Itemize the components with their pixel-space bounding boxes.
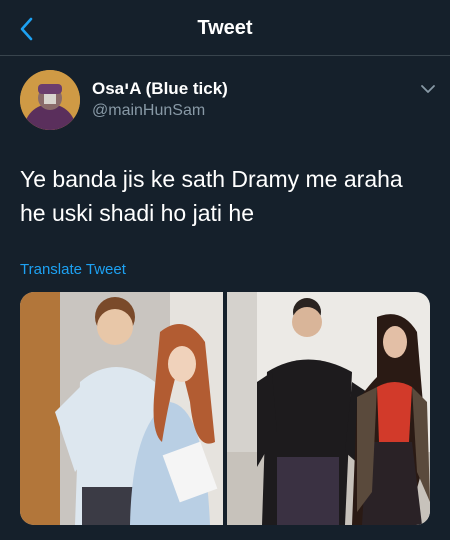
page-title: Tweet bbox=[197, 17, 253, 39]
tweet-media bbox=[20, 292, 430, 525]
more-options-button[interactable] bbox=[416, 80, 440, 98]
tweet-photo-2[interactable] bbox=[227, 292, 430, 525]
tweet-text: Ye banda jis ke sath Dramy me araha he u… bbox=[20, 166, 403, 226]
photo-icon bbox=[227, 292, 430, 525]
chevron-down-icon bbox=[421, 85, 435, 93]
top-bar: Tweet bbox=[0, 0, 450, 56]
avatar[interactable] bbox=[20, 70, 80, 130]
user-handle[interactable]: @mainHunSam bbox=[92, 102, 205, 120]
tweet-photo-1[interactable] bbox=[20, 292, 223, 525]
photo-icon bbox=[20, 292, 223, 525]
display-name[interactable]: OsaיA (Blue tick) bbox=[92, 79, 228, 99]
tweet-author: OsaיA (Blue tick) @mainHunSam bbox=[20, 70, 440, 134]
translate-tweet-link[interactable]: Translate Tweet bbox=[20, 261, 126, 278]
